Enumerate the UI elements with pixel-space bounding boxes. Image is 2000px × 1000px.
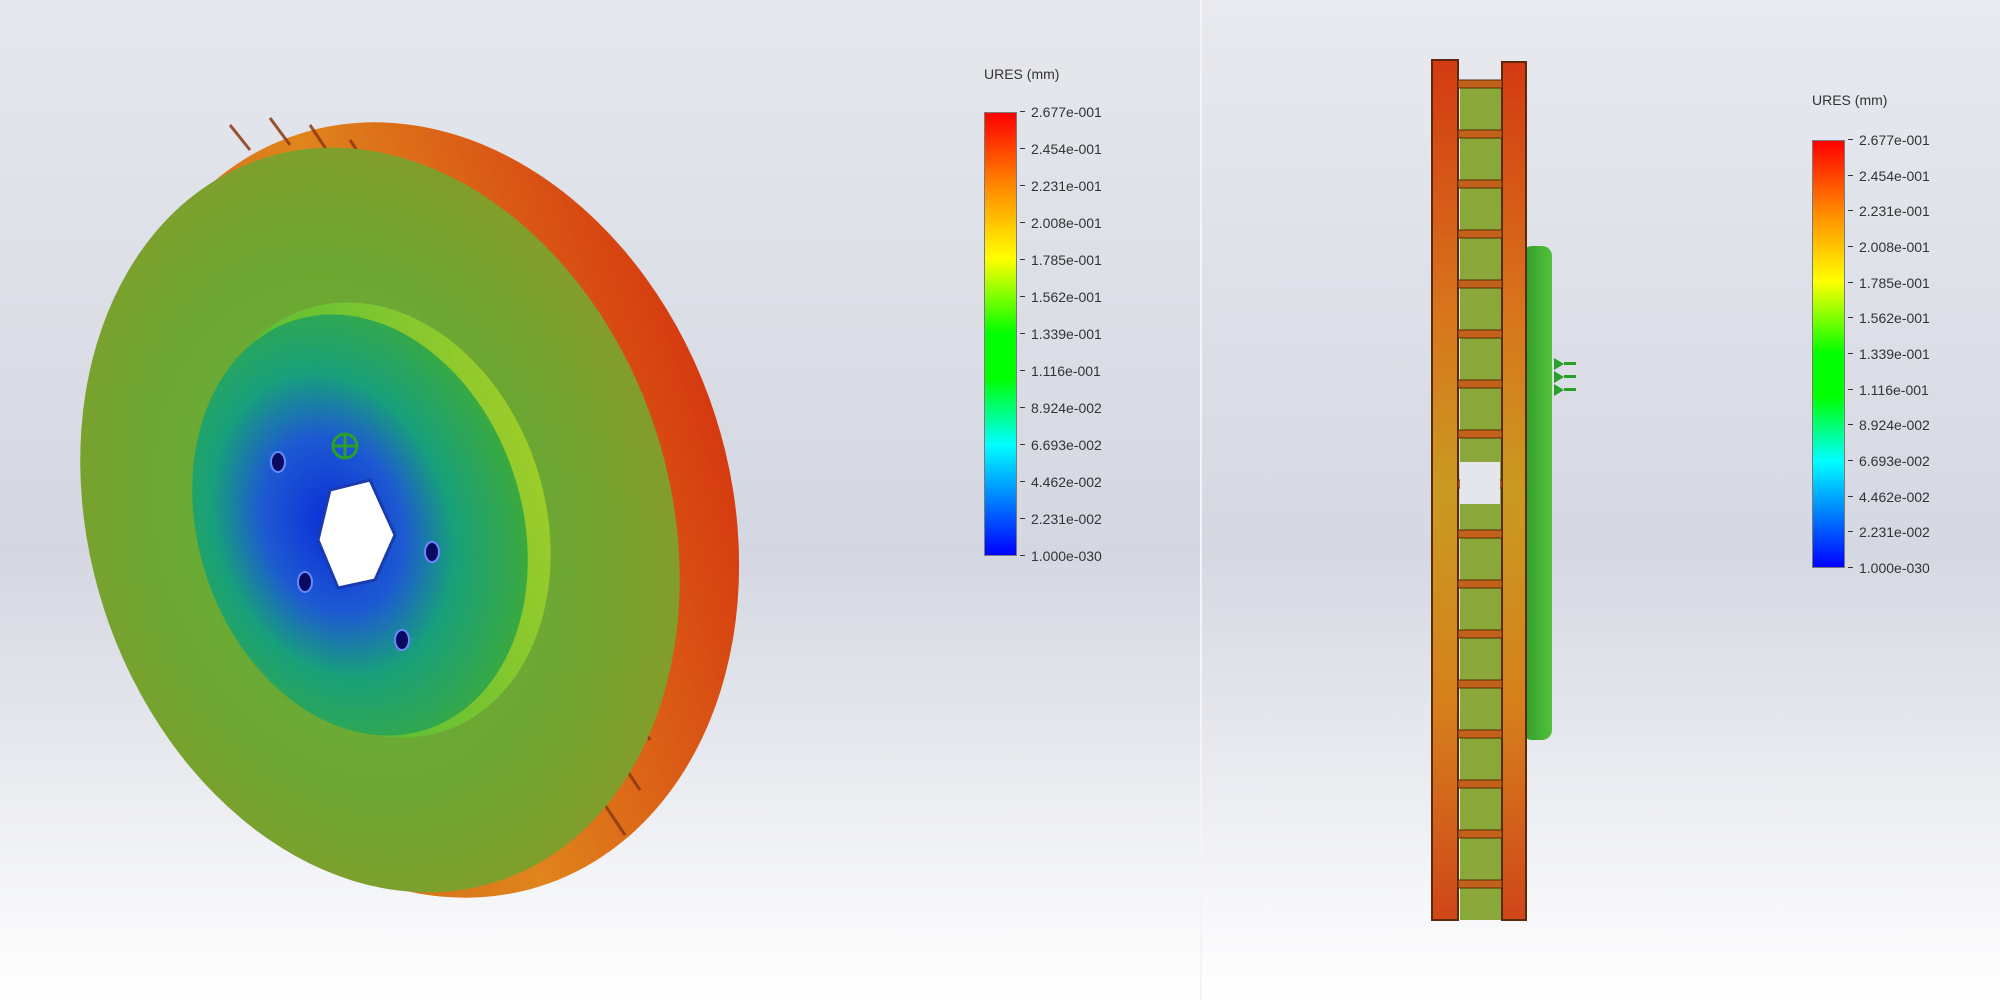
tick-label: 1.562e-001 (1859, 310, 1930, 327)
tick-mark (1020, 185, 1025, 186)
tick-label: 1.785e-001 (1031, 252, 1102, 268)
tick-label: 1.562e-001 (1031, 289, 1102, 305)
tick-label: 8.924e-002 (1859, 417, 1930, 434)
inner-friction-plate (1501, 61, 1527, 921)
tick-mark (1020, 518, 1025, 519)
outer-friction-plate (1431, 59, 1459, 921)
tick-label: 2.454e-001 (1031, 141, 1102, 157)
tick-mark (1848, 139, 1853, 140)
fixture-arrows-icon[interactable] (331, 432, 359, 460)
tick-label: 1.116e-001 (1031, 363, 1101, 379)
tick-label: 2.008e-001 (1031, 215, 1102, 231)
tick-mark (1020, 222, 1025, 223)
tick-mark (1020, 148, 1025, 149)
tick-mark (1848, 281, 1853, 283)
tick-label: 2.231e-001 (1031, 178, 1102, 194)
tick-label: 1.339e-001 (1031, 326, 1102, 342)
vent-gap (1460, 462, 1500, 504)
tick-label: 4.462e-002 (1031, 474, 1102, 490)
tick-mark (1020, 333, 1025, 334)
tick-label: 2.231e-002 (1031, 511, 1102, 527)
legend-title: URES (mm) (984, 66, 1060, 82)
tick-mark (1848, 495, 1853, 497)
color-scale-bar (984, 112, 1017, 556)
tick-mark (1020, 259, 1025, 260)
tick-label: 6.693e-002 (1859, 453, 1930, 469)
tick-mark (1020, 111, 1025, 112)
tick-mark (1020, 444, 1025, 445)
fixture-arrows-icon[interactable] (1554, 358, 1576, 396)
tick-label: 1.000e-030 (1859, 560, 1930, 576)
color-scale-bar (1812, 140, 1845, 568)
tick-label: 2.677e-001 (1031, 104, 1102, 120)
tick-mark (1848, 174, 1853, 176)
tick-label: 2.231e-001 (1859, 203, 1930, 220)
tick-label: 2.454e-001 (1859, 167, 1930, 184)
tick-label: 1.339e-001 (1859, 346, 1930, 362)
tick-label: 8.924e-002 (1031, 400, 1102, 416)
tick-mark (1848, 388, 1853, 390)
tick-mark (1848, 210, 1853, 212)
tick-mark (1848, 353, 1853, 354)
tick-mark (1020, 407, 1025, 408)
tick-mark (1848, 424, 1853, 426)
legend-ticks: 2.677e-001 2.454e-001 2.231e-001 2.008e-001… (1017, 104, 1117, 564)
tick-label: 1.000e-030 (1031, 548, 1102, 564)
legend-ticks: 2.677e-001 2.454e-001 2.231e-001 2.008e-001… (1845, 132, 1945, 576)
tick-label: 2.008e-001 (1859, 239, 1930, 255)
tick-mark (1848, 531, 1853, 533)
tick-mark (1020, 555, 1025, 556)
tick-label: 6.693e-002 (1031, 437, 1102, 453)
tick-mark (1020, 481, 1025, 482)
legend-title: URES (mm) (1812, 92, 1888, 108)
isometric-viewport[interactable]: URES (mm) 2.677e-001 2.454e-001 2.231e-001… (0, 0, 1200, 1000)
tick-mark (1848, 460, 1853, 461)
tick-label: 4.462e-002 (1859, 488, 1930, 505)
tick-mark (1848, 317, 1853, 319)
side-viewport[interactable]: URES (mm) 2.677e-001 2.454e-001 2.231e-001… (1202, 0, 2000, 1000)
tick-mark (1020, 370, 1025, 371)
tick-label: 2.231e-002 (1859, 524, 1930, 541)
tick-label: 1.116e-001 (1859, 381, 1929, 398)
tick-mark (1020, 296, 1025, 297)
tick-mark (1848, 567, 1853, 568)
tick-mark (1848, 246, 1853, 247)
tick-label: 2.677e-001 (1859, 132, 1930, 148)
tick-label: 1.785e-001 (1859, 274, 1930, 291)
